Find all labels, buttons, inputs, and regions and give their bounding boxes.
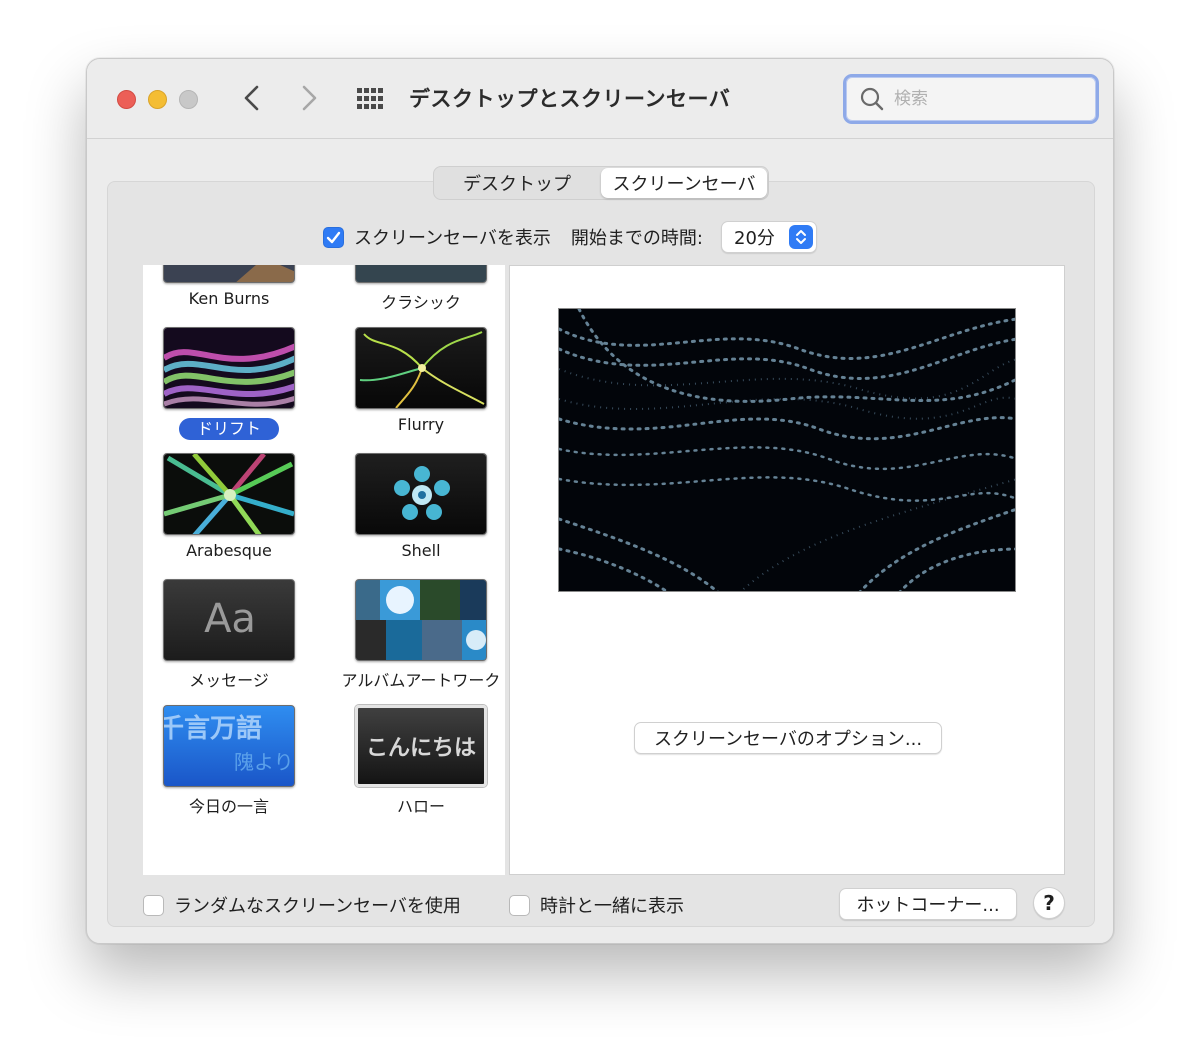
mountain-thumbnail-icon [355,265,487,283]
screensaver-label: アルバムアートワーク [341,671,501,690]
random-screensaver-row: ランダムなスクリーンセーバを使用 [143,889,461,921]
show-clock-row: 時計と一緒に表示 [509,889,684,921]
start-time-popup[interactable]: 20分 [721,221,817,253]
screensaver-label: Arabesque [186,541,272,560]
screensaver-label: Shell [401,541,441,560]
screensaver-item-hello[interactable]: こんにちは ハロー [335,705,505,831]
screensaver-item-ken-burns[interactable]: Ken Burns [143,265,323,327]
message-thumbnail-icon: Aa [163,579,295,661]
tab-bar: デスクトップ スクリーンセーバ [433,166,769,200]
checkmark-icon [326,231,341,243]
help-button[interactable]: ? [1033,887,1065,919]
search-field[interactable] [843,74,1099,124]
screensaver-item-drift[interactable]: ドリフト [143,327,323,453]
show-clock-label: 時計と一緒に表示 [540,896,684,917]
screensaver-item-shell[interactable]: Shell [335,453,505,579]
message-thumbnail-text: Aa [204,596,256,642]
up-down-chevron-icon [796,230,806,244]
chevron-right-icon [302,85,317,111]
screensaver-item-album-artwork[interactable]: アルバムアートワーク [335,579,505,705]
show-clock-checkbox[interactable] [509,894,530,916]
screensaver-item-classic[interactable]: クラシック [335,265,505,327]
popup-stepper [789,225,813,249]
random-screensaver-checkbox[interactable] [143,894,164,916]
show-screensaver-row: スクリーンセーバを表示 開始までの時間: 20分 [323,220,817,254]
screensaver-label: Ken Burns [188,289,270,308]
screensaver-list[interactable]: Ken Burns クラシック ドリフト Flurry Arabesque Sh… [143,265,505,875]
word-of-day-thumbnail-text: 千言万語 [163,714,263,744]
start-time-value: 20分 [734,228,775,249]
show-screensaver-label: スクリーンセーバを表示 [354,228,551,249]
preview-panel: スクリーンセーバのオプション... [509,265,1065,875]
screensaver-label: 今日の一言 [188,797,269,816]
drift-thumbnail-icon [163,327,295,409]
random-screensaver-label: ランダムなスクリーンセーバを使用 [174,896,461,917]
mountain-thumbnail-icon [163,265,295,283]
show-all-button[interactable] [355,85,387,113]
screensaver-label: Flurry [397,415,445,434]
screensaver-item-message[interactable]: Aa メッセージ [143,579,323,705]
arabesque-thumbnail-icon [163,453,295,535]
flurry-thumbnail-icon [355,327,487,409]
close-window-button[interactable] [117,90,136,109]
tab-desktop[interactable]: デスクトップ [434,167,600,199]
search-input[interactable] [894,89,1074,109]
search-icon [860,87,884,111]
chevron-left-icon [244,85,259,111]
forward-button[interactable] [294,83,324,113]
show-screensaver-checkbox[interactable] [323,226,344,248]
drift-preview-icon [558,308,1016,592]
screensaver-item-arabesque[interactable]: Arabesque [143,453,323,579]
screensaver-label: クラシック [381,293,461,312]
tab-screensaver[interactable]: スクリーンセーバ [601,168,767,198]
titlebar: デスクトップとスクリーンセーバ [87,59,1113,139]
screensaver-item-word-of-day[interactable]: 千言万語 隗より 今日の一言 [143,705,323,831]
screensaver-label: メッセージ [189,671,269,690]
preferences-window: デスクトップとスクリーンセーバ デスクトップ スクリーンセーバ スクリーンセーバ… [86,58,1114,944]
screensaver-label: ハロー [396,797,445,816]
window-title: デスクトップとスクリーンセーバ [409,87,731,111]
hello-thumbnail-icon: こんにちは [355,705,487,787]
zoom-window-button[interactable] [179,90,198,109]
hot-corners-button[interactable]: ホットコーナー... [839,888,1017,920]
screensaver-options-button[interactable]: スクリーンセーバのオプション... [634,722,942,754]
hello-thumbnail-text: こんにちは [365,736,476,761]
shell-thumbnail-icon [355,453,487,535]
screensaver-label-selected: ドリフト [143,415,315,440]
grid-icon [357,88,383,109]
album-artwork-thumbnail-icon [355,579,487,661]
word-of-day-thumbnail-icon: 千言万語 隗より [163,705,295,787]
back-button[interactable] [237,83,267,113]
screensaver-item-flurry[interactable]: Flurry [335,327,505,453]
minimize-window-button[interactable] [148,90,167,109]
word-of-day-thumbnail-sub: 隗より [234,750,294,774]
start-time-label: 開始までの時間: [570,228,703,249]
